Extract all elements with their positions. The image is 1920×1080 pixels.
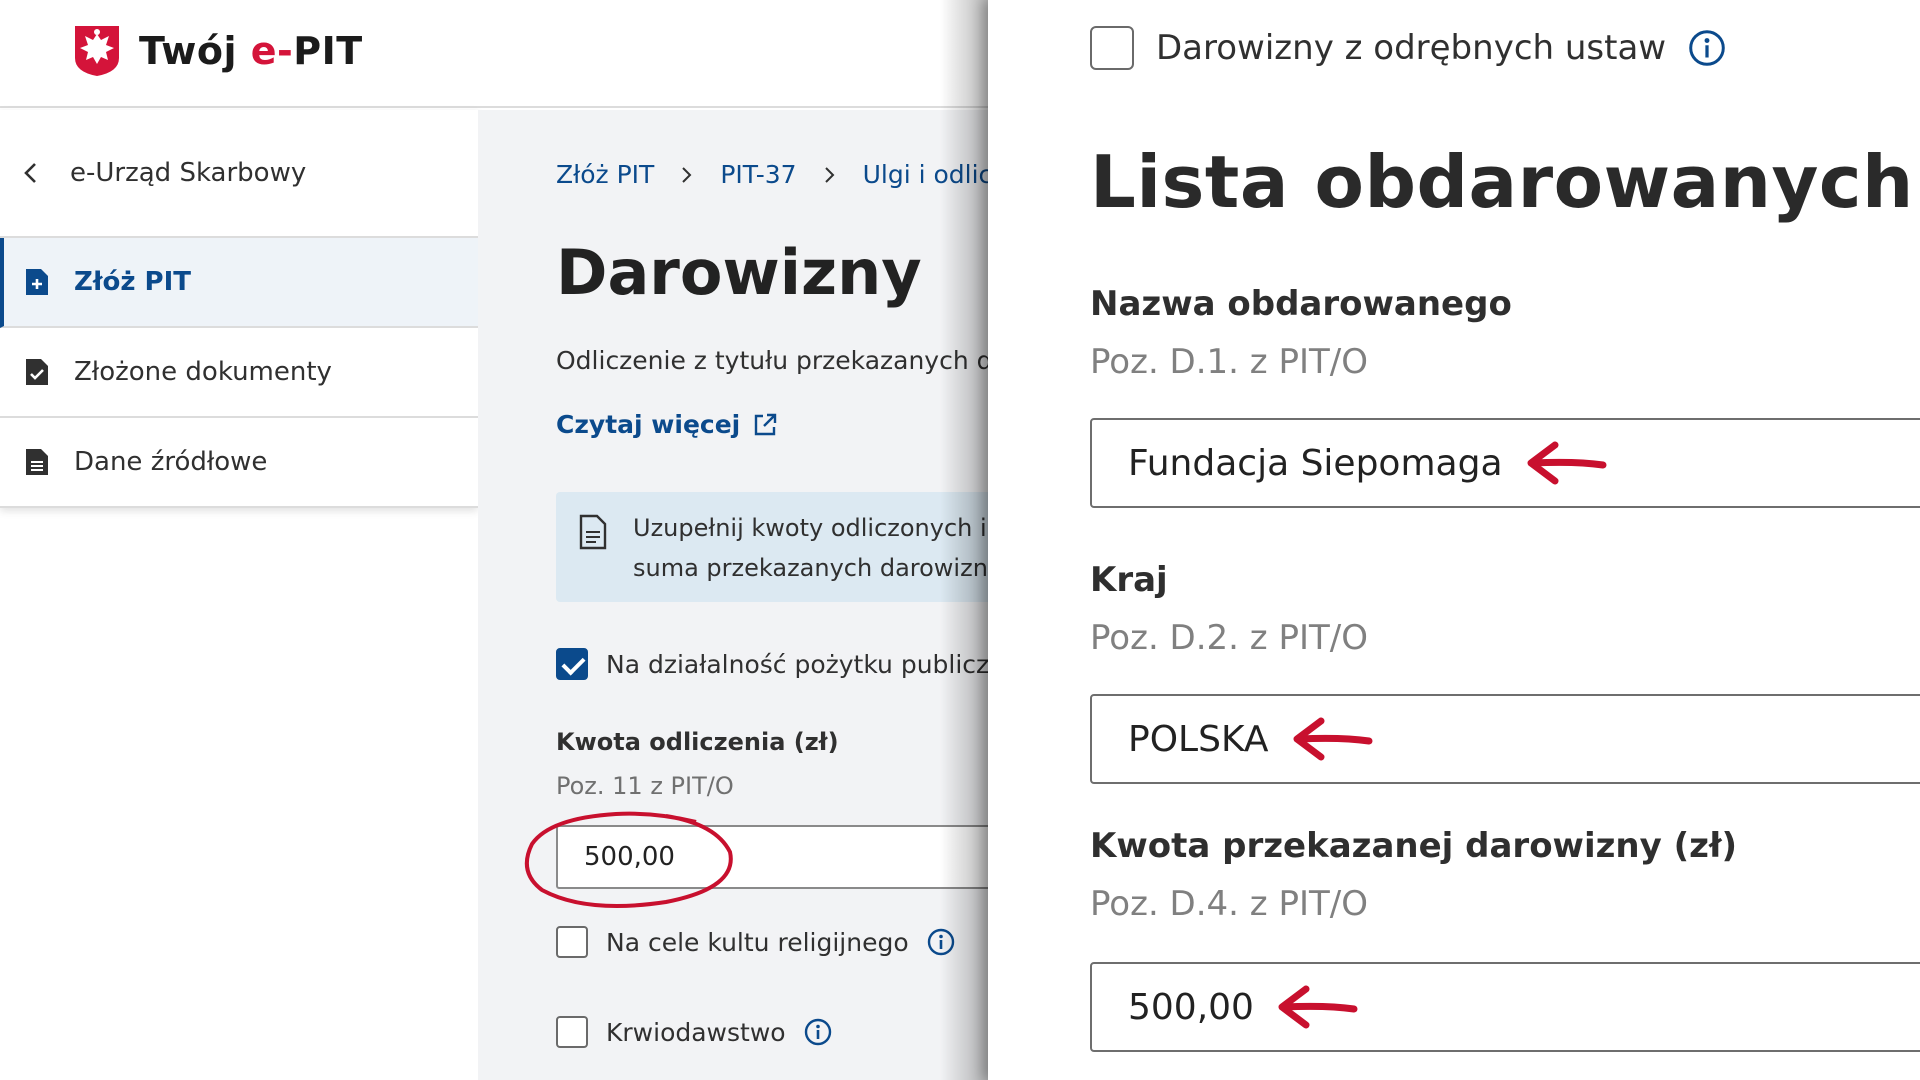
country-input[interactable]: POLSKA [1090, 694, 1920, 784]
separate-acts-checkbox[interactable] [1090, 26, 1134, 70]
chevron-right-icon [682, 166, 692, 183]
country-value: POLSKA [1128, 718, 1269, 760]
blood-donation-checkbox-row[interactable]: Krwiodawstwo [556, 1016, 832, 1048]
document-icon [579, 514, 607, 550]
amount-label: Kwota odliczenia (zł) [556, 728, 839, 756]
info-box-text: Uzupełnij kwoty odliczonych i suma przek… [633, 508, 988, 588]
red-arrow-left-icon [1293, 717, 1373, 761]
sidebar-back-label: e-Urząd Skarbowy [70, 158, 307, 188]
red-arrow-left-icon [1527, 441, 1607, 485]
sidebar-item-source-data[interactable]: Dane źródłowe [0, 418, 478, 508]
donation-amount-sub: Poz. D.4. z PIT/O [1090, 884, 1368, 924]
file-check-icon [26, 359, 48, 385]
public-benefit-checkbox-row[interactable]: Na działalność pożytku publiczn [556, 648, 1005, 680]
page-title: Darowizny [556, 236, 922, 309]
breadcrumb-item[interactable]: Złóż PIT [556, 160, 654, 189]
external-link-icon [755, 413, 777, 435]
read-more-label: Czytaj więcej [556, 410, 741, 439]
chevron-right-icon [824, 166, 835, 183]
brand-prefix: Twój [139, 29, 251, 73]
public-benefit-checkbox[interactable] [556, 648, 588, 680]
read-more-link[interactable]: Czytaj więcej [556, 410, 778, 439]
file-plus-icon [26, 269, 48, 295]
polish-eagle-emblem-icon [75, 26, 119, 76]
separate-acts-checkbox-row[interactable]: Darowizny z odrębnych ustaw [1090, 26, 1726, 70]
blood-donation-label: Krwiodawstwo [606, 1017, 786, 1047]
sidebar-item-file-pit[interactable]: Złóż PIT [0, 238, 478, 328]
sidebar-item-submitted-documents[interactable]: Złożone dokumenty [0, 328, 478, 418]
info-icon[interactable] [1688, 29, 1726, 67]
country-sub: Poz. D.2. z PIT/O [1090, 618, 1368, 658]
amount-sub: Poz. 11 z PIT/O [556, 772, 734, 800]
screen: Twój e-PIT e-Urząd Skarbowy Złóż PIT Zło… [0, 0, 1920, 1080]
donee-name-input[interactable]: Fundacja Siepomaga [1090, 418, 1920, 508]
info-line: suma przekazanych darowizn [633, 554, 988, 582]
brand-suffix: PIT [293, 29, 363, 73]
blood-donation-checkbox[interactable] [556, 1016, 588, 1048]
donation-amount-input[interactable]: 500,00 [1090, 962, 1920, 1052]
donee-name-sub: Poz. D.1. z PIT/O [1090, 342, 1368, 382]
top-header: Twój e-PIT [0, 0, 990, 108]
donees-panel: Darowizny z odrębnych ustaw Lista obdaro… [988, 0, 1920, 1080]
donation-amount-label: Kwota przekazanej darowizny (zł) [1090, 826, 1738, 866]
panel-title: Lista obdarowanych [1090, 140, 1914, 224]
breadcrumb: Złóż PIT PIT-37 Ulgi i odlicz [556, 160, 1005, 189]
breadcrumb-item[interactable]: PIT-37 [720, 160, 796, 189]
info-icon[interactable] [804, 1018, 832, 1046]
separate-acts-label: Darowizny z odrębnych ustaw [1156, 28, 1667, 68]
red-circle-annotation-icon [524, 811, 733, 908]
sidebar: e-Urząd Skarbowy Złóż PIT Złożone dokume… [0, 110, 478, 508]
chevron-left-icon [24, 163, 36, 183]
sidebar-item-label: Dane źródłowe [74, 447, 268, 477]
donee-name-label: Nazwa obdarowanego [1090, 284, 1512, 324]
info-line: Uzupełnij kwoty odliczonych i [633, 514, 987, 542]
donee-name-value: Fundacja Siepomaga [1128, 442, 1503, 484]
brand-logo[interactable]: Twój e-PIT [73, 24, 363, 78]
sidebar-item-label: Złożone dokumenty [74, 357, 332, 387]
red-arrow-left-icon [1278, 985, 1358, 1029]
religious-checkbox[interactable] [556, 926, 588, 958]
religious-checkbox-row[interactable]: Na cele kultu religijnego [556, 926, 955, 958]
donation-amount-value: 500,00 [1128, 986, 1254, 1028]
brand-accent: e- [250, 29, 294, 73]
sidebar-back-link[interactable]: e-Urząd Skarbowy [0, 110, 478, 238]
file-lines-icon [26, 449, 48, 475]
religious-label: Na cele kultu religijnego [606, 927, 909, 957]
country-label: Kraj [1090, 560, 1168, 600]
brand-name: Twój e-PIT [139, 29, 363, 73]
sidebar-item-label: Złóż PIT [74, 267, 192, 297]
